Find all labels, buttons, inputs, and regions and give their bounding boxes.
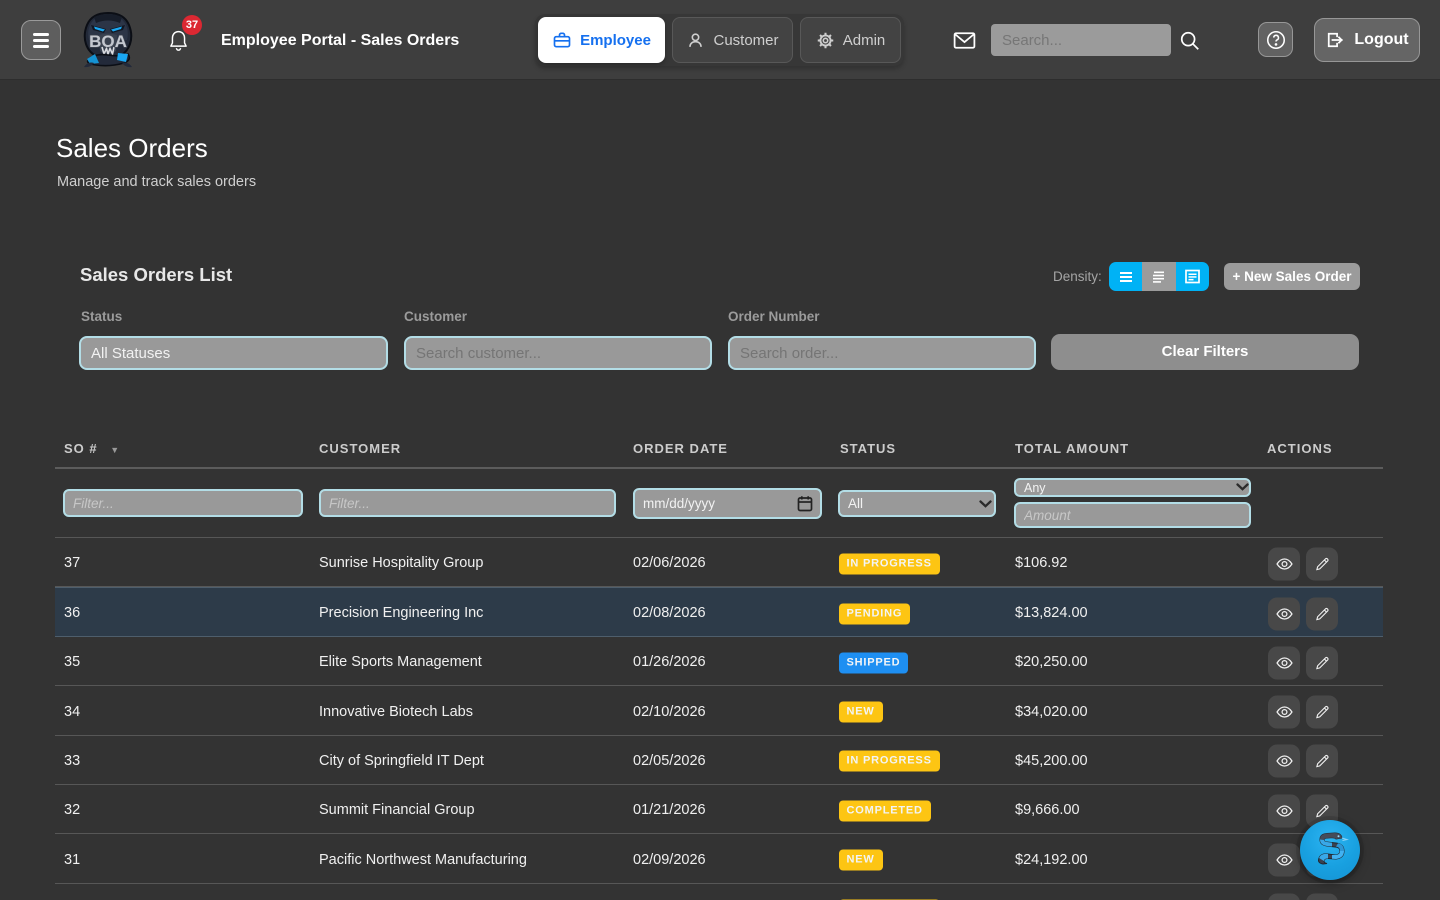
- svg-text:BOA: BOA: [89, 32, 127, 51]
